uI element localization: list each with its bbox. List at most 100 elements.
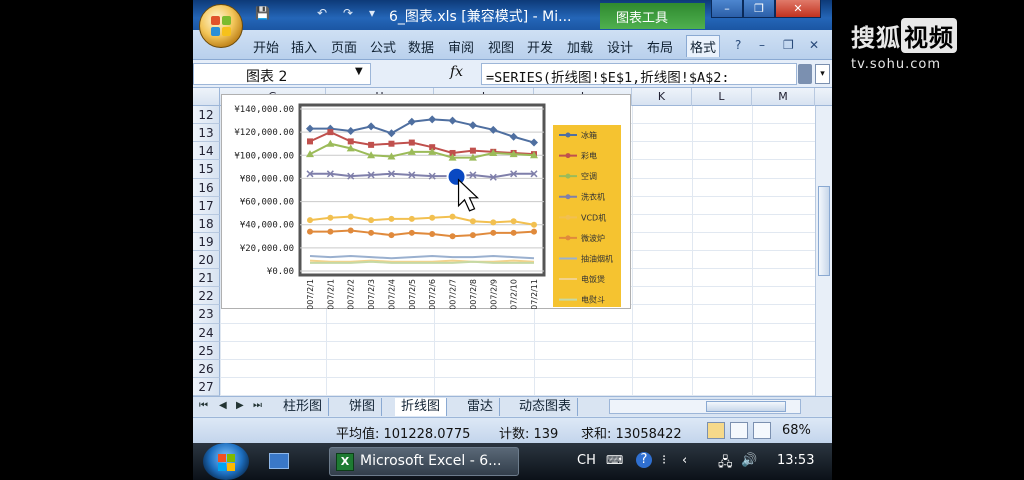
- legend-entry: VCD机: [581, 212, 606, 222]
- row-header[interactable]: 20: [193, 251, 220, 270]
- ribbon-restore-icon[interactable]: ❐: [783, 38, 794, 52]
- row-header[interactable]: 18: [193, 214, 220, 233]
- volume-icon[interactable]: 🔊: [741, 453, 757, 468]
- language-indicator[interactable]: CH: [577, 453, 596, 468]
- row-header[interactable]: 14: [193, 142, 220, 161]
- sheet-tab-radar[interactable]: 雷达: [461, 398, 501, 416]
- row-header[interactable]: 12: [193, 106, 220, 125]
- data-point: [490, 229, 497, 236]
- legend-marker: [565, 194, 571, 200]
- data-point: [347, 213, 354, 220]
- tab-review[interactable]: 审阅: [448, 37, 474, 56]
- prev-sheet-icon[interactable]: ◀: [219, 400, 227, 411]
- redo-icon[interactable]: ↷: [343, 6, 353, 20]
- close-button[interactable]: ✕: [775, 0, 821, 18]
- data-point: [510, 229, 517, 236]
- maximize-button[interactable]: ❐: [743, 0, 775, 18]
- taskbar-excel-button[interactable]: X Microsoft Excel - 6...: [329, 447, 519, 476]
- name-box[interactable]: 图表 2: [193, 63, 371, 85]
- column-header-m[interactable]: M: [752, 88, 815, 106]
- name-box-dropdown-icon[interactable]: ▼: [355, 66, 363, 77]
- gridline-horizontal: [220, 340, 832, 342]
- row-header[interactable]: 24: [193, 323, 220, 342]
- undo-icon[interactable]: ↶: [317, 6, 327, 20]
- row-header[interactable]: 25: [193, 341, 220, 360]
- row-header[interactable]: 23: [193, 305, 220, 324]
- next-sheet-icon[interactable]: ▶: [236, 400, 244, 411]
- column-header-l[interactable]: L: [692, 88, 752, 106]
- row-header[interactable]: 15: [193, 160, 220, 179]
- x-tick-label: 2007/2/4: [387, 279, 396, 309]
- horizontal-scrollbar[interactable]: [609, 399, 801, 414]
- select-all-corner[interactable]: [193, 88, 220, 106]
- page-layout-view-icon[interactable]: [730, 422, 748, 439]
- sohu-logo: 搜狐 视频: [851, 18, 957, 53]
- row-header[interactable]: 19: [193, 232, 220, 251]
- x-tick-label: 2007/2/9: [489, 279, 498, 309]
- help-tray-icon[interactable]: ?: [636, 452, 652, 468]
- row-header[interactable]: 21: [193, 269, 220, 288]
- watermark-brand-box: 视频: [901, 18, 957, 53]
- y-tick-label: ¥80,000.00: [240, 174, 294, 184]
- show-desktop-icon[interactable]: [269, 453, 289, 469]
- legend-entry: 电饭煲: [581, 274, 605, 284]
- keyboard-icon[interactable]: ⌨: [606, 453, 623, 467]
- tab-home[interactable]: 开始: [253, 37, 279, 56]
- x-tick-label: 2007/2/1: [326, 279, 335, 309]
- data-point: [347, 138, 354, 145]
- tab-insert[interactable]: 插入: [291, 37, 317, 56]
- network-icon[interactable]: 🖧: [718, 453, 733, 475]
- start-button[interactable]: [203, 443, 249, 480]
- legend-entry: 洗衣机: [581, 192, 605, 202]
- column-header-k[interactable]: K: [632, 88, 692, 106]
- sheet-tab-line[interactable]: 折线图: [395, 398, 448, 416]
- formula-expand-button[interactable]: [798, 64, 812, 84]
- row-header[interactable]: 17: [193, 196, 220, 215]
- minimize-button[interactable]: –: [711, 0, 743, 18]
- line-chart[interactable]: ¥140,000.00 ¥120,000.00 ¥100,000.00 ¥80,000…: [221, 94, 631, 309]
- office-button[interactable]: [199, 4, 243, 48]
- first-sheet-icon[interactable]: ⏮: [199, 400, 208, 411]
- data-point: [469, 218, 476, 225]
- legend-entry: 抽油烟机: [581, 253, 613, 263]
- row-header[interactable]: 27: [193, 377, 220, 396]
- data-point: [408, 215, 415, 222]
- customize-qat-icon[interactable]: ▾: [369, 6, 375, 20]
- gridline-vertical: [692, 106, 693, 396]
- tab-data[interactable]: 数据: [408, 37, 434, 56]
- row-header[interactable]: 16: [193, 178, 220, 197]
- sheet-tab-column[interactable]: 柱形图: [277, 398, 330, 416]
- page-break-view-icon[interactable]: [753, 422, 771, 439]
- tab-design[interactable]: 设计: [607, 37, 633, 56]
- row-header[interactable]: 26: [193, 359, 220, 378]
- tab-developer[interactable]: 开发: [527, 37, 553, 56]
- last-sheet-icon[interactable]: ⏭: [253, 400, 262, 411]
- ime-options-icon[interactable]: ⁝: [662, 453, 666, 468]
- tab-formulas[interactable]: 公式: [370, 37, 396, 56]
- tab-page-layout[interactable]: 页面: [331, 37, 357, 56]
- normal-view-icon[interactable]: [707, 422, 725, 439]
- tab-layout[interactable]: 布局: [647, 37, 673, 56]
- ribbon-close-icon[interactable]: ✕: [809, 38, 819, 52]
- tab-view[interactable]: 视图: [488, 37, 514, 56]
- sheet-tab-dynamic[interactable]: 动态图表: [513, 398, 579, 416]
- data-point: [388, 232, 395, 239]
- zoom-level[interactable]: 68%: [782, 423, 811, 438]
- y-tick-label: ¥60,000.00: [240, 198, 294, 208]
- tray-expand-icon[interactable]: ‹: [682, 453, 687, 468]
- formula-scroll-icon[interactable]: ▾: [815, 64, 830, 84]
- horizontal-scroll-thumb[interactable]: [706, 401, 786, 412]
- save-icon[interactable]: 💾: [255, 6, 270, 20]
- ribbon-minimize-icon[interactable]: –: [759, 38, 765, 52]
- tab-format[interactable]: 格式: [686, 35, 721, 57]
- vertical-scrollbar[interactable]: [815, 106, 832, 396]
- row-header[interactable]: 13: [193, 124, 220, 143]
- insert-function-icon[interactable]: fx: [450, 64, 463, 80]
- clock[interactable]: 13:53: [777, 453, 814, 468]
- formula-input[interactable]: =SERIES(折线图!$E$1,折线图!$A$2:: [481, 63, 797, 85]
- tab-add-ins[interactable]: 加载: [567, 37, 593, 56]
- row-header[interactable]: 22: [193, 287, 220, 306]
- help-icon[interactable]: ?: [735, 38, 741, 52]
- sheet-tab-pie[interactable]: 饼图: [343, 398, 383, 416]
- vertical-scroll-thumb[interactable]: [818, 186, 830, 276]
